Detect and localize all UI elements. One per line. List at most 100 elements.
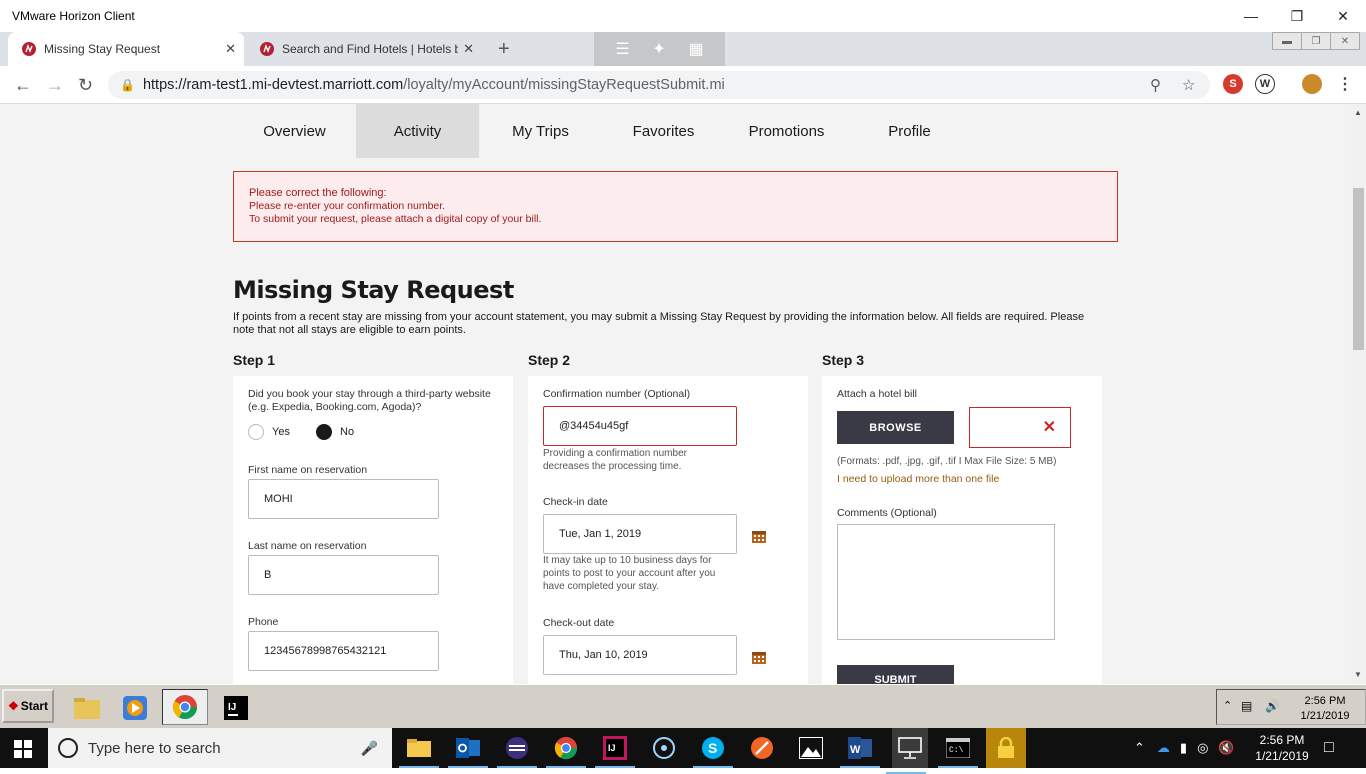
phone-field[interactable]: 12345678998765432121 bbox=[248, 631, 439, 671]
scroll-down-icon[interactable]: ▼ bbox=[1354, 670, 1362, 679]
remote-clock: 2:56 PM 1/21/2019 bbox=[1289, 694, 1361, 724]
confirmation-label: Confirmation number (Optional) bbox=[543, 388, 691, 400]
reload-icon[interactable]: ↻ bbox=[78, 75, 93, 96]
comments-textarea[interactable] bbox=[837, 524, 1055, 640]
close-window-button[interactable]: ✕ bbox=[1320, 0, 1366, 32]
subnav-overview[interactable]: Overview bbox=[233, 104, 356, 158]
remote-date: 1/21/2019 bbox=[1300, 710, 1350, 722]
file-explorer-icon[interactable] bbox=[399, 734, 439, 768]
vmware-horizon-icon[interactable] bbox=[886, 728, 928, 774]
intro-text: If points from a recent stay are missing… bbox=[233, 311, 1085, 336]
menu-icon[interactable]: ☰ bbox=[615, 39, 629, 59]
intellij-icon[interactable]: IJ bbox=[221, 693, 251, 723]
error-box: Please correct the following: Please re-… bbox=[233, 171, 1118, 242]
file-formats-text: (Formats: .pdf, .jpg, .gif, .tif I Max F… bbox=[837, 456, 1057, 467]
vm-restore-icon[interactable]: ❐ bbox=[1301, 32, 1331, 50]
battery-icon[interactable]: ▮ bbox=[1180, 740, 1187, 756]
confirmation-field[interactable]: @34454u45gf bbox=[543, 406, 737, 446]
checkin-field[interactable]: Tue, Jan 1, 2019 bbox=[543, 514, 737, 554]
app-icon-round[interactable] bbox=[497, 734, 537, 768]
svg-text:W: W bbox=[850, 744, 861, 756]
forward-icon[interactable]: → bbox=[46, 75, 64, 96]
extension-s-icon[interactable]: S bbox=[1223, 74, 1243, 94]
page-scrollbar[interactable]: ▲ ▼ bbox=[1351, 104, 1366, 684]
mute-icon[interactable]: 🔇 bbox=[1218, 740, 1234, 756]
media-player-icon[interactable] bbox=[120, 693, 150, 723]
last-name-label: Last name on reservation bbox=[248, 540, 367, 552]
chrome-menu-icon[interactable]: ⋮ bbox=[1335, 74, 1355, 94]
subnav-profile[interactable]: Profile bbox=[848, 104, 971, 158]
tray-chevron-icon[interactable]: ⌃ bbox=[1134, 740, 1145, 756]
skype-icon[interactable]: S bbox=[693, 734, 733, 768]
tab-missing-stay[interactable]: Missing Stay Request ✕ bbox=[8, 32, 244, 66]
notifications-icon[interactable]: □ bbox=[1324, 728, 1334, 768]
minimize-button[interactable]: — bbox=[1228, 0, 1274, 32]
network-icon[interactable]: ▤ bbox=[1241, 699, 1252, 713]
confirmation-help: Providing a confirmation number decrease… bbox=[543, 448, 687, 472]
extension-w-icon[interactable]: W bbox=[1255, 74, 1275, 94]
scroll-up-icon[interactable]: ▲ bbox=[1354, 108, 1362, 117]
first-name-field[interactable]: MOHI bbox=[248, 479, 439, 519]
tray-expand-icon[interactable]: ⌃ bbox=[1223, 699, 1232, 712]
submit-button[interactable]: SUBMIT bbox=[837, 665, 954, 684]
taskbar-search-box[interactable]: Type here to search 🎤 bbox=[48, 728, 392, 768]
chrome-icon[interactable] bbox=[546, 734, 586, 768]
close-tab-icon[interactable]: ✕ bbox=[463, 41, 474, 57]
subnav-favorites[interactable]: Favorites bbox=[602, 104, 725, 158]
photos-icon[interactable] bbox=[797, 734, 825, 762]
subnav-my-trips[interactable]: My Trips bbox=[479, 104, 602, 158]
step2-label: Step 2 bbox=[528, 352, 571, 368]
page-content: Overview Activity My Trips Favorites Pro… bbox=[0, 104, 1351, 684]
lock-app-icon[interactable] bbox=[986, 728, 1026, 768]
zoom-icon[interactable]: ⚲ bbox=[1150, 76, 1161, 94]
calendar-icon[interactable] bbox=[752, 530, 766, 543]
disconnect-icon[interactable]: ✦ bbox=[652, 39, 665, 59]
first-name-label: First name on reservation bbox=[248, 464, 368, 476]
remote-start-button[interactable]: ❖ Start bbox=[2, 689, 54, 723]
tab-search-hotels[interactable]: Search and Find Hotels | Hotels by M ✕ bbox=[246, 32, 482, 66]
new-tab-button[interactable]: + bbox=[498, 38, 510, 61]
url-text[interactable]: https://ram-test1.mi-devtest.marriott.co… bbox=[143, 77, 725, 93]
step1-label: Step 1 bbox=[233, 352, 276, 368]
back-icon[interactable]: ← bbox=[14, 75, 32, 96]
subnav-activity[interactable]: Activity bbox=[356, 104, 479, 158]
outlook-icon[interactable] bbox=[448, 734, 488, 768]
calendar-icon[interactable] bbox=[752, 651, 766, 664]
file-name-box[interactable]: ✕ bbox=[969, 407, 1071, 448]
radio-yes[interactable] bbox=[248, 424, 264, 440]
checkout-field[interactable]: Thu, Jan 10, 2019 bbox=[543, 635, 737, 675]
upload-more-link[interactable]: I need to upload more than one file bbox=[837, 473, 999, 485]
clear-file-icon[interactable]: ✕ bbox=[1043, 417, 1056, 437]
step3-label: Step 3 bbox=[822, 352, 865, 368]
vmware-toolbar[interactable]: ☰ ✦ ▦ bbox=[594, 32, 725, 66]
profile-avatar[interactable] bbox=[1302, 74, 1322, 94]
step1-card: Did you book your stay through a third-p… bbox=[233, 376, 513, 684]
onedrive-icon[interactable]: ☁ bbox=[1157, 740, 1170, 756]
vm-close-icon[interactable]: ✕ bbox=[1330, 32, 1360, 50]
devices-icon[interactable]: ▦ bbox=[689, 39, 704, 59]
scroll-thumb[interactable] bbox=[1353, 188, 1364, 350]
browse-button[interactable]: BROWSE bbox=[837, 411, 954, 444]
cortana-ring-icon[interactable] bbox=[650, 734, 678, 762]
microphone-icon[interactable]: 🎤 bbox=[361, 740, 378, 757]
checkin-label: Check-in date bbox=[543, 496, 608, 508]
tool-app-icon[interactable] bbox=[748, 734, 776, 762]
word-icon[interactable]: W bbox=[840, 734, 880, 768]
windows-clock[interactable]: 2:56 PM 1/21/2019 bbox=[1254, 732, 1310, 764]
radio-no[interactable] bbox=[316, 424, 332, 440]
subnav-promotions[interactable]: Promotions bbox=[725, 104, 848, 158]
restore-button[interactable]: ❐ bbox=[1274, 0, 1320, 32]
windows-start-icon[interactable] bbox=[14, 740, 32, 758]
volume-icon[interactable]: 🔊 bbox=[1265, 699, 1280, 713]
intellij-taskbar-icon[interactable]: IJ bbox=[595, 734, 635, 768]
vm-minimize-icon[interactable]: ▬ bbox=[1272, 32, 1302, 50]
terminal-icon[interactable]: C:\ bbox=[938, 734, 978, 768]
start-label: Start bbox=[20, 699, 49, 713]
address-bar[interactable]: 🔒 https://ram-test1.mi-devtest.marriott.… bbox=[108, 71, 1210, 99]
remote-chrome-icon[interactable] bbox=[162, 689, 208, 725]
explorer-icon[interactable] bbox=[72, 693, 102, 723]
wifi-icon[interactable]: ◎ bbox=[1197, 740, 1208, 756]
bookmark-star-icon[interactable]: ☆ bbox=[1182, 76, 1195, 94]
close-tab-icon[interactable]: ✕ bbox=[225, 41, 236, 57]
last-name-field[interactable]: B bbox=[248, 555, 439, 595]
